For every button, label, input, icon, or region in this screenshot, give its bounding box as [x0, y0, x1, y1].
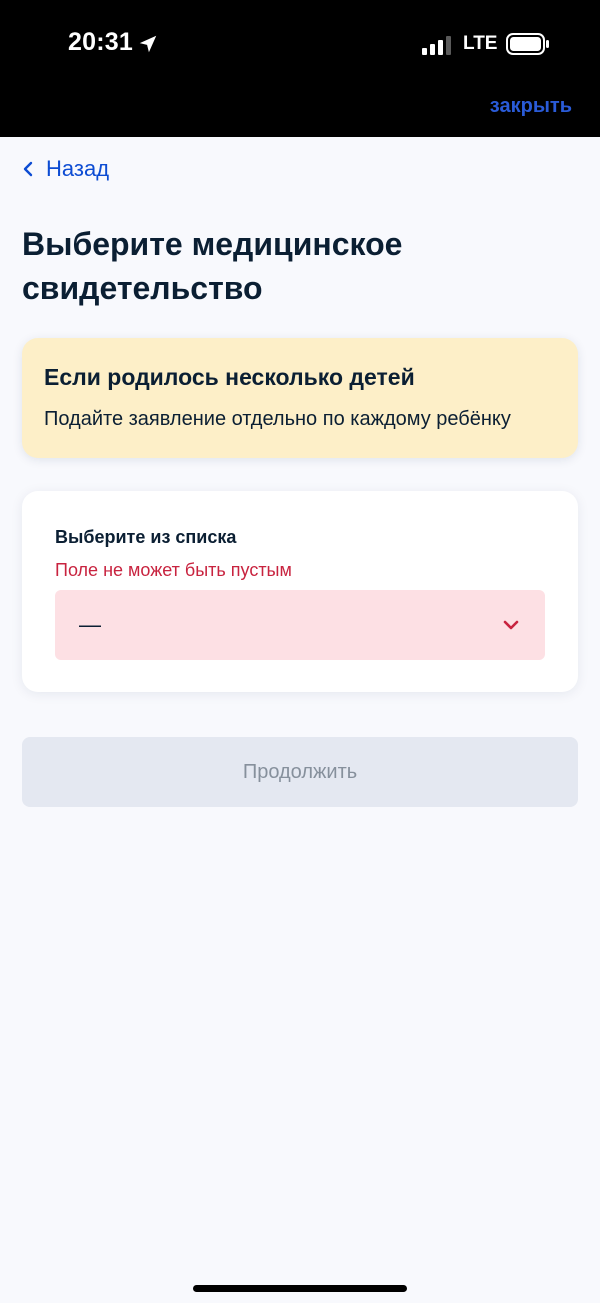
certificate-select[interactable]: —	[55, 590, 545, 660]
continue-button-label: Продолжить	[242, 760, 358, 783]
continue-button[interactable]: Продолжить	[22, 737, 578, 807]
field-error-message: Поле не может быть пустым	[55, 560, 292, 580]
home-indicator	[193, 1285, 407, 1292]
signal-bars-icon	[422, 36, 451, 55]
status-bar: 20:31 LTE закрыть	[0, 0, 600, 137]
back-button[interactable]: Назад	[22, 156, 109, 182]
network-type-label: LTE	[463, 33, 498, 54]
back-label: Назад	[46, 156, 110, 181]
location-arrow-icon	[139, 35, 157, 53]
chevron-down-icon	[503, 620, 519, 630]
info-card-title: Если родилось несколько детей	[44, 364, 415, 390]
field-label: Выберите из списка	[55, 527, 237, 547]
form-card: Выберите из списка Поле не может быть пу…	[22, 491, 578, 692]
chevron-left-icon	[23, 161, 33, 177]
close-button[interactable]: закрыть	[490, 95, 572, 118]
select-value: —	[79, 612, 101, 637]
battery-icon	[506, 33, 549, 55]
info-card-text: Подайте заявление отдельно по каждому ре…	[44, 408, 511, 430]
page-title: Выберите медицинское свидетельство	[22, 226, 403, 306]
status-time: 20:31	[68, 28, 133, 56]
info-card: Если родилось несколько детей Подайте за…	[22, 338, 578, 458]
